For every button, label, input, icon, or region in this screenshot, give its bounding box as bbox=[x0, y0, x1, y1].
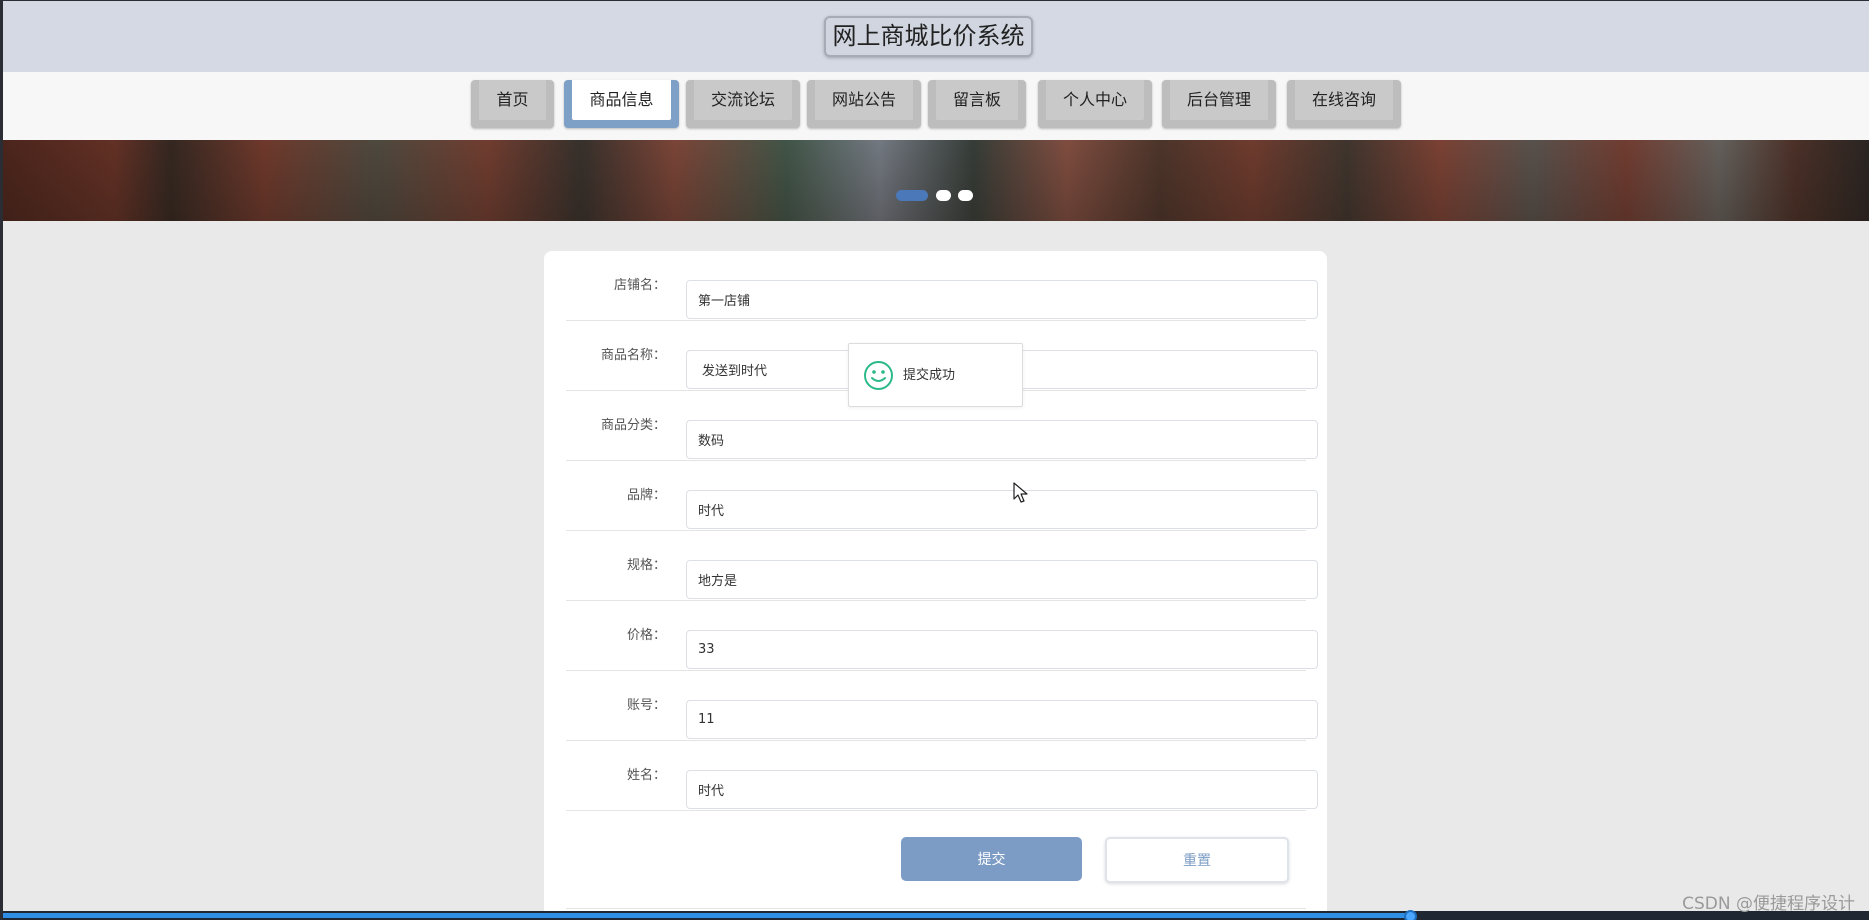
category-label: 商品分类： bbox=[600, 418, 666, 433]
site-header: 网上商城比价系统 bbox=[3, 1, 1869, 72]
nav-item-products[interactable]: 商品信息 bbox=[564, 80, 679, 128]
name-input[interactable] bbox=[686, 770, 1318, 809]
site-title: 网上商城比价系统 bbox=[824, 16, 1033, 57]
account-input[interactable] bbox=[686, 700, 1318, 739]
product-name-label: 商品名称： bbox=[600, 348, 666, 363]
main-nav: 首页 商品信息 交流论坛 网站公告 留言板 个人中心 后台管理 在线咨询 bbox=[3, 72, 1869, 140]
carousel-dot-3[interactable] bbox=[958, 190, 973, 201]
nav-item-label: 商品信息 bbox=[572, 80, 671, 120]
spec-label: 规格： bbox=[626, 558, 666, 573]
price-input[interactable] bbox=[686, 630, 1318, 669]
form-row-shop-name: 店铺名： bbox=[566, 251, 1318, 321]
form-actions: 提交 重置 bbox=[566, 837, 1306, 909]
video-progress-handle[interactable] bbox=[1404, 910, 1417, 920]
brand-input[interactable] bbox=[686, 490, 1318, 529]
window-edge-top bbox=[0, 0, 1869, 1]
carousel-dot-1[interactable] bbox=[896, 190, 928, 201]
carousel-dot-2[interactable] bbox=[936, 190, 951, 201]
video-progress-fill bbox=[0, 913, 1411, 918]
submit-button[interactable]: 提交 bbox=[901, 837, 1082, 881]
nav-item-label: 个人中心 bbox=[1046, 80, 1144, 120]
toast-message: 提交成功 bbox=[903, 368, 956, 383]
banner-carousel bbox=[3, 140, 1869, 221]
nav-item-label: 网站公告 bbox=[815, 80, 913, 120]
form-row-name: 姓名： bbox=[566, 741, 1318, 811]
form-row-price: 价格： bbox=[566, 601, 1318, 671]
nav-item-label: 首页 bbox=[479, 80, 546, 120]
shop-name-input[interactable] bbox=[686, 280, 1318, 319]
smile-icon bbox=[864, 361, 893, 390]
window-edge-left bbox=[0, 0, 3, 920]
nav-item-admin[interactable]: 后台管理 bbox=[1162, 80, 1276, 128]
price-label: 价格： bbox=[626, 628, 666, 643]
nav-item-home[interactable]: 首页 bbox=[471, 80, 554, 128]
form-row-account: 账号： bbox=[566, 671, 1318, 741]
nav-item-label: 留言板 bbox=[936, 80, 1018, 120]
watermark: CSDN @便捷程序设计 bbox=[1682, 894, 1855, 914]
account-label: 账号： bbox=[626, 698, 666, 713]
nav-item-forum[interactable]: 交流论坛 bbox=[686, 80, 800, 128]
nav-item-label: 后台管理 bbox=[1170, 80, 1268, 120]
video-progress-bar[interactable] bbox=[0, 910, 1869, 920]
form-row-spec: 规格： bbox=[566, 531, 1318, 601]
reset-button[interactable]: 重置 bbox=[1105, 837, 1289, 883]
form-row-brand: 品牌： bbox=[566, 461, 1318, 531]
nav-item-message-board[interactable]: 留言板 bbox=[928, 80, 1026, 128]
success-toast: 提交成功 bbox=[848, 343, 1023, 407]
shop-name-label: 店铺名： bbox=[613, 278, 666, 293]
category-input[interactable] bbox=[686, 420, 1318, 459]
spec-input[interactable] bbox=[686, 560, 1318, 599]
nav-item-label: 交流论坛 bbox=[694, 80, 792, 120]
nav-item-announcements[interactable]: 网站公告 bbox=[807, 80, 921, 128]
nav-item-personal-center[interactable]: 个人中心 bbox=[1038, 80, 1152, 128]
nav-item-label: 在线咨询 bbox=[1295, 80, 1393, 120]
name-label: 姓名： bbox=[626, 768, 666, 783]
brand-label: 品牌： bbox=[626, 488, 666, 503]
nav-item-online-consult[interactable]: 在线咨询 bbox=[1287, 80, 1401, 128]
mouse-cursor-icon bbox=[1013, 482, 1028, 503]
